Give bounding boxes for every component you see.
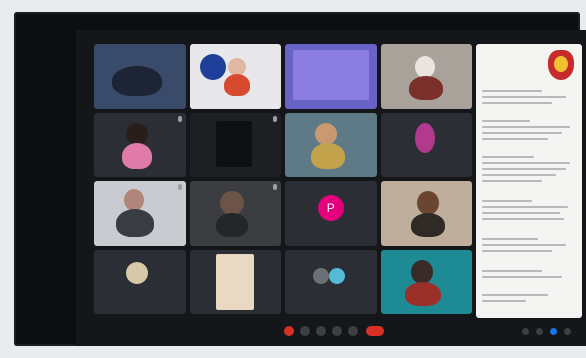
participant-tile[interactable] — [285, 44, 377, 109]
participant-video — [124, 189, 144, 211]
participant-video — [414, 56, 435, 78]
participant-tile[interactable]: P — [285, 181, 377, 246]
more-icon[interactable] — [348, 326, 358, 336]
chat-message — [482, 238, 538, 240]
participant-tile[interactable] — [285, 249, 377, 314]
chat-message — [482, 294, 548, 296]
participant-video — [112, 66, 162, 96]
flag-logo — [199, 54, 226, 80]
participant-tile[interactable] — [94, 181, 186, 246]
participant-avatar — [313, 267, 329, 284]
participant-tile[interactable] — [189, 181, 281, 246]
info-icon[interactable] — [522, 328, 529, 335]
participant-video — [410, 259, 433, 284]
participant-avatar — [329, 267, 345, 284]
chat-panel — [476, 44, 582, 318]
chat-message — [482, 120, 530, 122]
activities-icon[interactable] — [564, 328, 571, 335]
participant-video — [315, 122, 337, 145]
chat-message — [482, 156, 534, 158]
captions-icon[interactable] — [316, 326, 326, 336]
participant-video — [126, 122, 148, 145]
participant-avatar: P — [317, 195, 344, 222]
participant-tile[interactable] — [380, 44, 472, 109]
crest-logo — [548, 50, 574, 80]
leave-call-icon[interactable] — [366, 326, 384, 336]
participant-tile[interactable] — [380, 181, 472, 246]
participant-video — [416, 191, 439, 215]
shared-slide — [293, 50, 369, 100]
people-icon[interactable] — [536, 328, 543, 335]
chat-message — [482, 200, 532, 202]
chat-message — [482, 270, 542, 272]
muted-mic-icon — [273, 184, 277, 190]
participant-tile[interactable] — [380, 112, 472, 177]
muted-mic-icon — [177, 184, 182, 190]
participant-tile[interactable] — [189, 249, 281, 314]
meeting-toolbar — [76, 320, 586, 346]
participant-tile[interactable] — [94, 249, 186, 314]
chat-icon[interactable] — [550, 328, 557, 335]
participant-video — [215, 120, 252, 167]
participant-tile[interactable] — [189, 44, 281, 109]
muted-mic-icon — [177, 115, 182, 122]
meeting-screen: P — [76, 30, 586, 346]
participant-grid: P — [94, 44, 472, 314]
present-icon[interactable] — [332, 326, 342, 336]
muted-mic-icon — [273, 115, 277, 122]
mic-icon[interactable] — [284, 326, 294, 336]
monitor-frame: P — [14, 12, 586, 346]
camera-icon[interactable] — [300, 326, 310, 336]
participant-tile[interactable] — [380, 249, 472, 314]
cartoon-avatar-image — [414, 122, 435, 153]
chat-message — [482, 90, 542, 92]
participant-video — [219, 191, 244, 215]
participant-tile[interactable] — [285, 112, 377, 177]
participant-tile[interactable] — [189, 112, 281, 177]
participant-video — [126, 261, 148, 284]
participant-video — [215, 253, 254, 310]
participant-tile[interactable] — [94, 44, 186, 109]
participant-tile[interactable] — [94, 112, 186, 177]
